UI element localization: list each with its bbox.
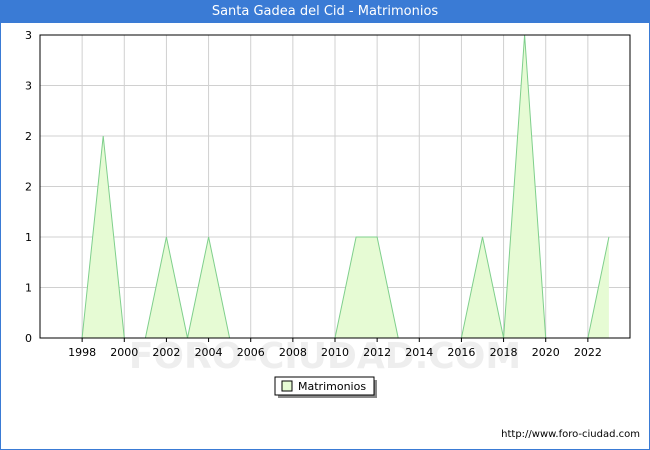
y-tick-label: 1 bbox=[25, 231, 32, 244]
x-tick-label: 2022 bbox=[574, 346, 602, 359]
x-tick-label: 2006 bbox=[237, 346, 265, 359]
footer-url[interactable]: http://www.foro-ciudad.com bbox=[501, 429, 640, 440]
y-tick-label: 3 bbox=[25, 29, 32, 42]
y-tick-label: 1 bbox=[25, 282, 32, 295]
x-tick-label: 2008 bbox=[279, 346, 307, 359]
x-tick-label: 2000 bbox=[110, 346, 138, 359]
chart-svg: FORO-CIUDAD.COM 01122331998 2000 2002 2004 2… bbox=[25, 29, 631, 398]
y-tick-label: 3 bbox=[25, 80, 32, 93]
x-tick-label: 2012 bbox=[363, 346, 391, 359]
y-tick-label: 2 bbox=[25, 130, 32, 143]
x-tick-label: 2014 bbox=[405, 346, 433, 359]
x-tick-label: 2010 bbox=[321, 346, 349, 359]
legend-swatch bbox=[281, 380, 293, 392]
x-tick-label: 1998 bbox=[68, 346, 96, 359]
x-tick-label: 2020 bbox=[532, 346, 560, 359]
x-tick-label: 2004 bbox=[195, 346, 223, 359]
y-tick-label: 2 bbox=[25, 181, 32, 194]
x-tick-label: 2002 bbox=[152, 346, 180, 359]
legend-label: Matrimonios bbox=[298, 380, 366, 393]
y-tick-label: 0 bbox=[25, 332, 32, 345]
legend: Matrimonios bbox=[274, 376, 377, 398]
x-tick-label: 2016 bbox=[447, 346, 475, 359]
x-tick-label: 2018 bbox=[490, 346, 518, 359]
